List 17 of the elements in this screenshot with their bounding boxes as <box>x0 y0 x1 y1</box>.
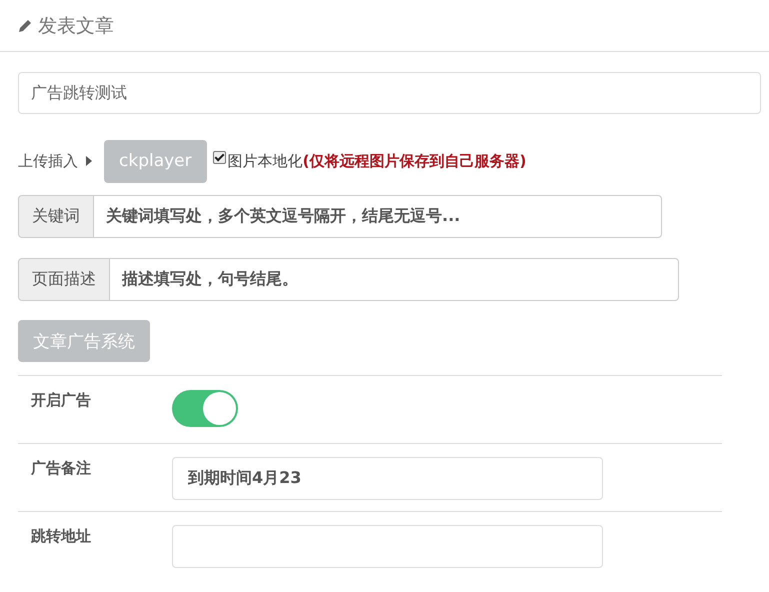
checkbox-label: 图片本地化 <box>228 152 303 170</box>
setting-field[interactable]: 到期时间4月23 <box>172 457 603 500</box>
setting-field[interactable] <box>172 525 603 568</box>
title-field[interactable]: 广告跳转测试 <box>18 72 761 114</box>
setting-label: 广告备注 <box>30 458 92 479</box>
page-title: 发表文章 <box>38 14 114 38</box>
toggle-switch[interactable] <box>172 390 238 427</box>
upload-label: 上传插入 <box>18 152 78 170</box>
setting-label: 跳转地址 <box>30 526 92 547</box>
keywords-field[interactable]: 关键词填写处，多个英文逗号隔开，结尾无逗号... <box>94 195 662 238</box>
localize-note: (仅将远程图片保存到自己服务器) <box>302 152 526 170</box>
localize-checkbox[interactable] <box>212 151 226 164</box>
keywords-label: 关键词 <box>18 195 94 238</box>
setting-label: 开启广告 <box>30 390 92 411</box>
caret-icon <box>86 156 92 166</box>
pencil-icon <box>18 18 32 32</box>
description-label: 页面描述 <box>18 258 110 301</box>
